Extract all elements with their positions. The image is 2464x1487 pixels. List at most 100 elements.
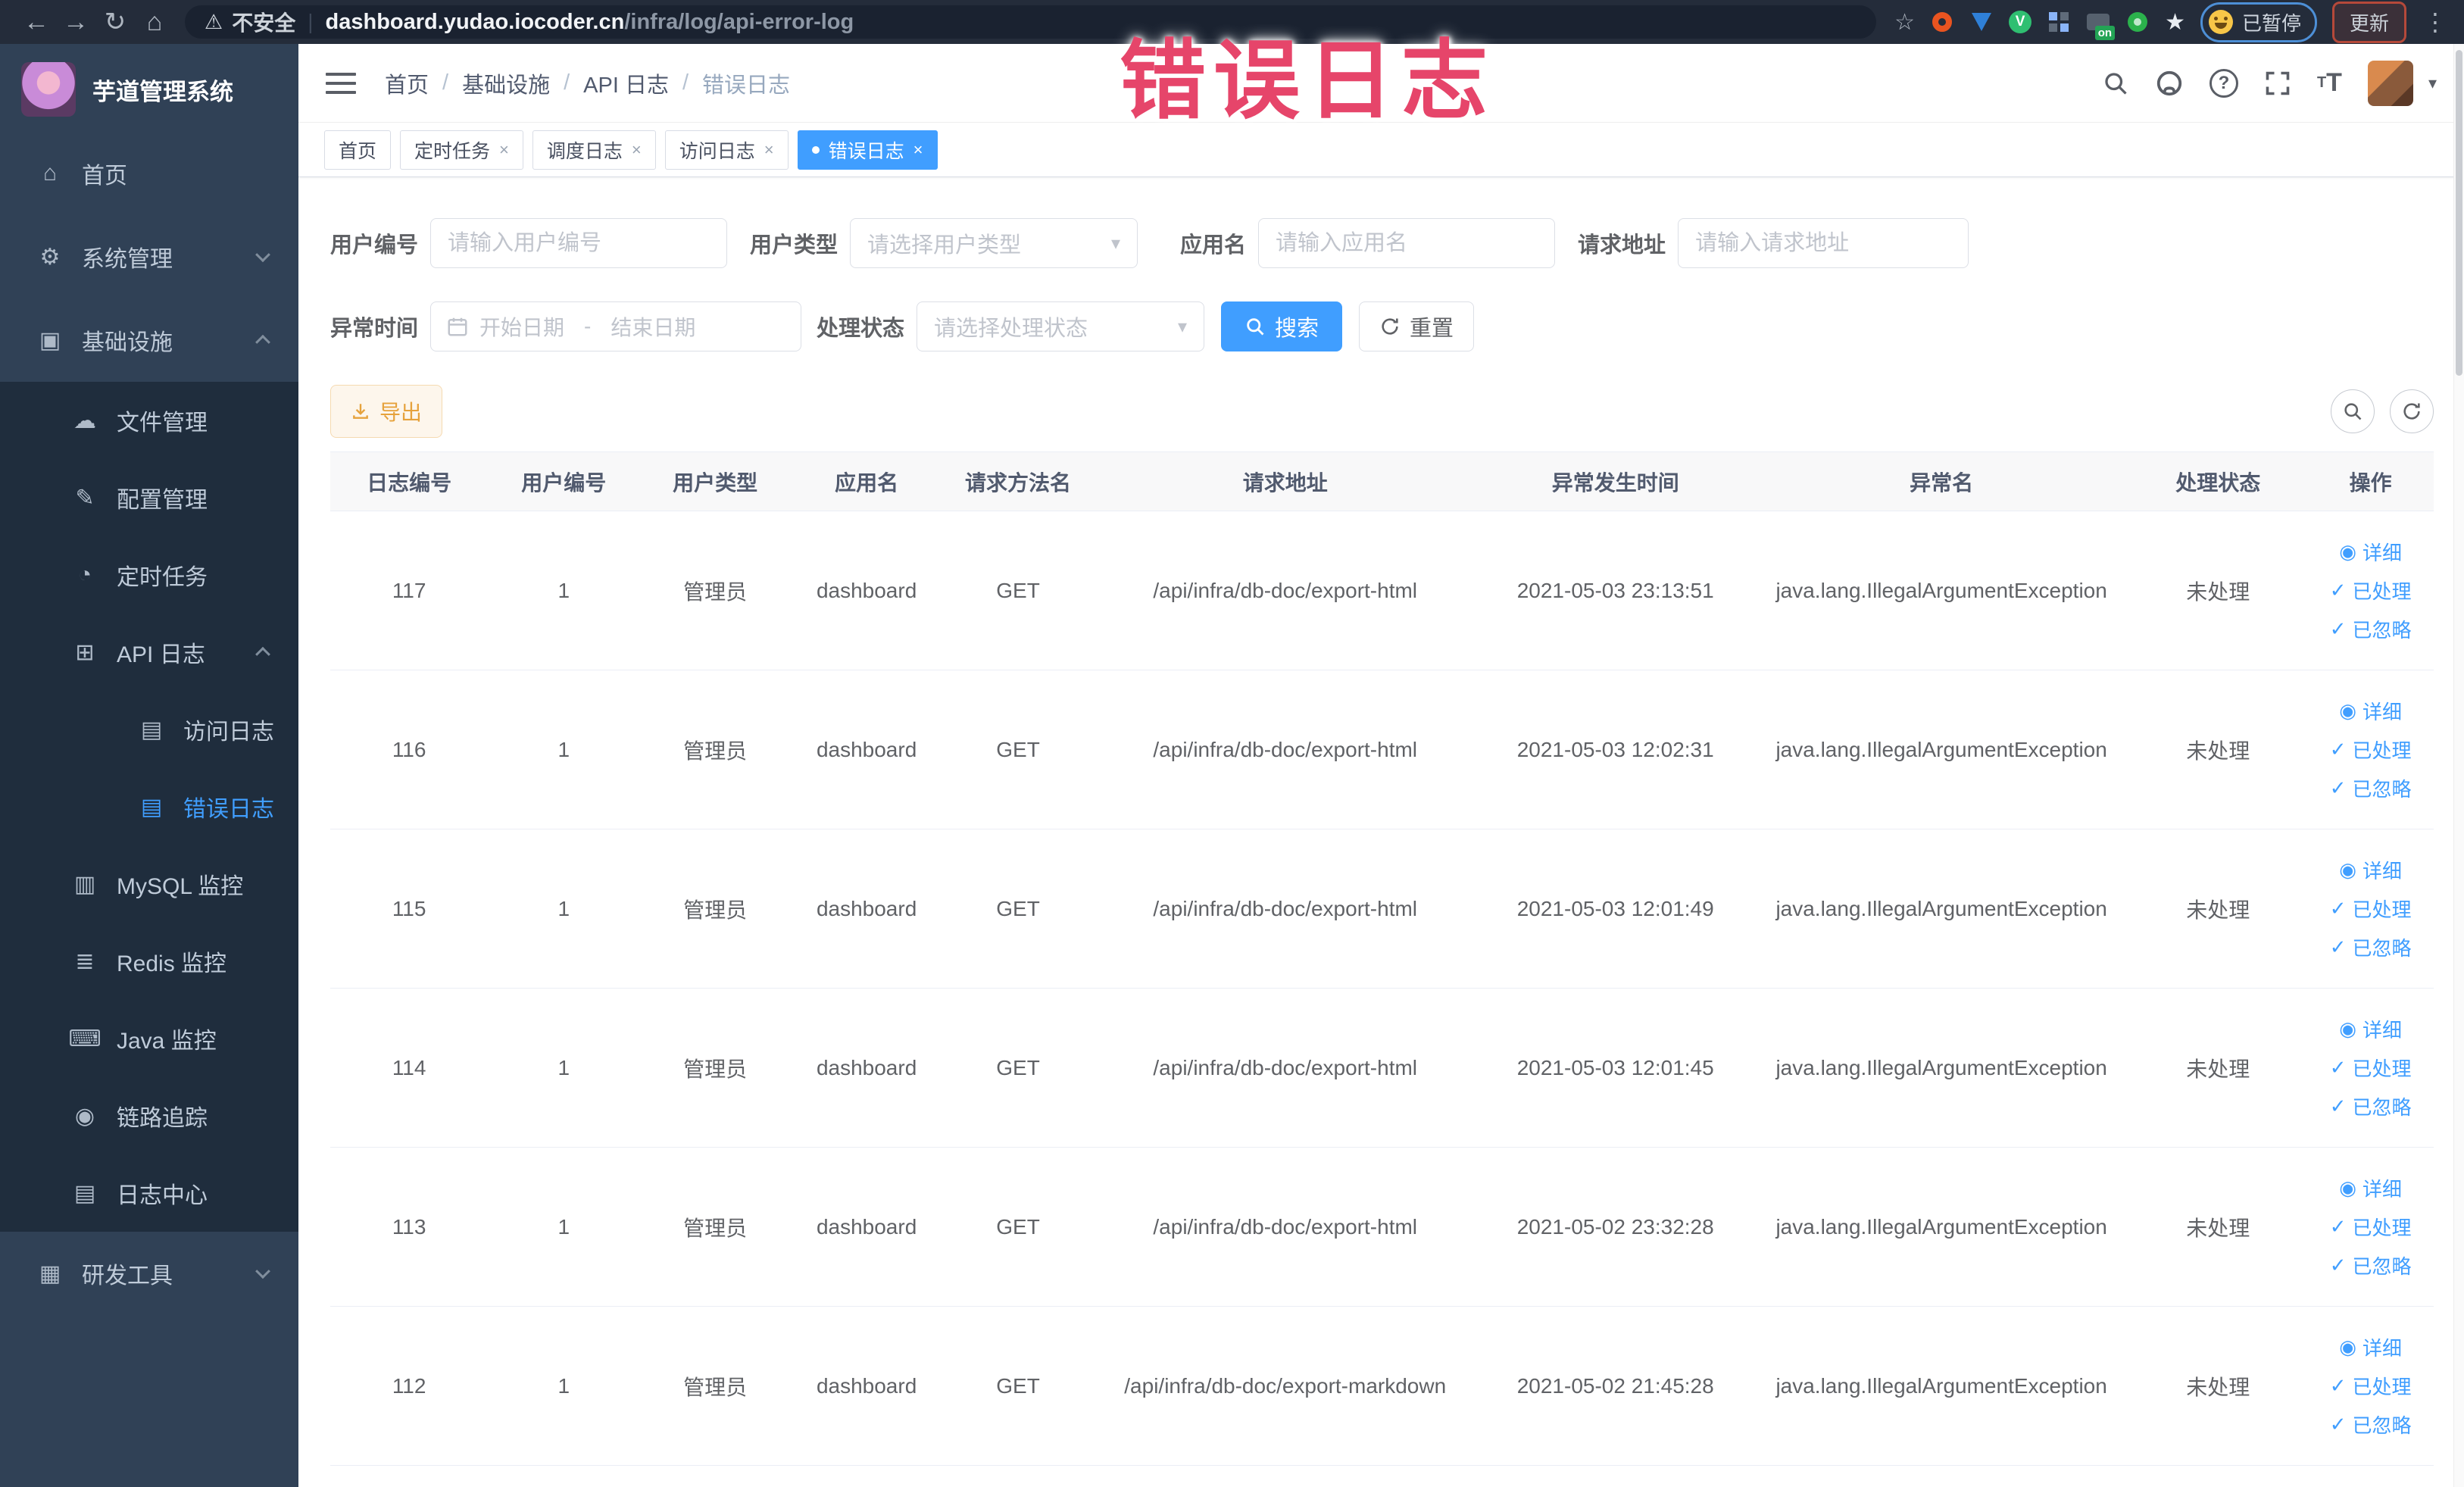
mark-processed-link[interactable]: ✓ 已处理 [2330,1213,2412,1241]
tab-error-log[interactable]: 错误日志 × [797,130,938,170]
extension-leaf-icon[interactable] [2125,10,2150,34]
mark-ignored-link[interactable]: ✓ 已忽略 [2330,1092,2412,1120]
sidebar-item-api-log[interactable]: ⊞ API 日志 [0,614,298,691]
sidebar-item-redis-monitor[interactable]: ≣ Redis 监控 [0,923,298,1000]
address-bar[interactable]: ⚠ 不安全 | dashboard.yudao.iocoder.cn/infra… [185,5,1877,39]
extension-orange-icon[interactable] [1930,10,1954,34]
layers-icon: ≣ [75,948,95,974]
mark-processed-link[interactable]: ✓ 已处理 [2330,1054,2412,1082]
menu-dots-icon[interactable]: ⋮ [2423,8,2447,36]
mark-ignored-link[interactable]: ✓ 已忽略 [2330,774,2412,802]
detail-link[interactable]: ◉ 详细 [2339,856,2402,884]
sidebar-item-file-management[interactable]: ☁ 文件管理 [0,382,298,459]
extensions-star-icon[interactable]: ★ [2165,9,2185,36]
mark-ignored-link[interactable]: ✓ 已忽略 [2330,933,2412,961]
avatar[interactable] [2367,60,2413,106]
mark-processed-link[interactable]: ✓ 已处理 [2330,576,2412,604]
eye-icon: ◉ [2339,699,2356,722]
start-date-placeholder[interactable]: 开始日期 [479,311,564,342]
home-icon[interactable]: ⌂ [135,8,174,37]
end-date-placeholder[interactable]: 结束日期 [611,311,695,342]
mark-processed-link[interactable]: ✓ 已处理 [2330,1372,2412,1400]
bookmark-star-icon[interactable]: ☆ [1894,9,1915,36]
url-host[interactable]: dashboard.yudao.iocoder.cn [326,10,625,35]
detail-link[interactable]: ◉ 详细 [2339,538,2402,566]
scrollbar-thumb[interactable] [2456,50,2462,376]
sidebar-item-infrastructure[interactable]: ▣ 基础设施 [0,298,298,382]
col-log-id: 日志编号 [367,470,452,495]
user-id-input[interactable] [430,218,728,268]
font-size-icon[interactable]: TT [2317,68,2342,98]
request-url-input[interactable] [1678,218,1969,268]
mark-ignored-link[interactable]: ✓ 已忽略 [2330,615,2412,643]
hamburger-icon[interactable] [326,67,356,100]
check-icon: ✓ [2329,1413,2347,1435]
process-status-select[interactable]: 请选择处理状态 ▾ [917,301,1205,351]
sidebar-item-dev-tools[interactable]: ▦ 研发工具 [0,1232,298,1315]
extension-switch-icon[interactable]: on [2086,10,2116,40]
table-row: 116 1 管理员 dashboard GET /api/infra/db-do… [330,670,2434,829]
exception-time-range-picker[interactable]: 开始日期 - 结束日期 [430,301,802,351]
scrollbar-track[interactable] [2453,44,2464,1487]
url-path[interactable]: /infra/log/api-error-log [624,10,854,35]
app-logo[interactable]: 芋道管理系统 [0,44,298,132]
tab-scheduled-tasks[interactable]: 定时任务 × [400,130,523,170]
tab-home[interactable]: 首页 [324,130,392,170]
export-button[interactable]: 导出 [330,385,443,438]
vue-devtools-icon[interactable]: V [2009,11,2032,33]
security-label[interactable]: 不安全 [232,7,295,37]
sidebar-item-access-log[interactable]: ▤ 访问日志 [0,691,298,768]
breadcrumb-infrastructure[interactable]: 基础设施 [462,67,550,99]
reset-button[interactable]: 重置 [1359,301,1475,351]
toggle-search-button[interactable] [2331,389,2375,433]
mark-ignored-link[interactable]: ✓ 已忽略 [2330,1410,2412,1439]
github-icon[interactable] [2155,69,2184,98]
close-icon[interactable]: × [499,140,509,160]
tab-access-log[interactable]: 访问日志 × [664,130,789,170]
user-type-select[interactable]: 请选择用户类型 ▾ [850,218,1138,268]
extension-grid-icon[interactable] [2047,10,2071,34]
detail-link[interactable]: ◉ 详细 [2339,697,2402,725]
sidebar-item-trace[interactable]: ◉ 链路追踪 [0,1077,298,1154]
update-button[interactable]: 更新 [2331,1,2406,43]
tab-schedule-log[interactable]: 调度日志 × [532,130,656,170]
close-icon[interactable]: × [632,140,642,160]
col-user-type: 用户类型 [673,470,758,495]
breadcrumb-home[interactable]: 首页 [385,67,429,99]
mark-processed-link[interactable]: ✓ 已处理 [2330,895,2412,923]
breadcrumb-api-log[interactable]: API 日志 [583,67,669,99]
refresh-table-button[interactable] [2390,389,2434,433]
sidebar-item-java-monitor[interactable]: ⌨ Java 监控 [0,1000,298,1077]
app-name-input[interactable] [1258,218,1556,268]
search-icon[interactable] [2102,70,2129,97]
col-exception-time: 异常发生时间 [1551,470,1679,495]
sidebar-item-scheduled-tasks[interactable]: ◔ 定时任务 [0,536,298,614]
avatar-caret-icon[interactable]: ▾ [2428,73,2437,93]
back-icon[interactable]: ← [17,8,56,37]
close-icon[interactable]: × [764,140,774,160]
mark-ignored-link[interactable]: ✓ 已忽略 [2330,1251,2412,1279]
breadcrumb: 首页 / 基础设施 / API 日志 / 错误日志 [385,67,790,99]
extension-shield-icon[interactable] [1969,10,1994,34]
detail-link[interactable]: ◉ 详细 [2339,1015,2402,1043]
sidebar-item-mysql-monitor[interactable]: ▥ MySQL 监控 [0,845,298,923]
row-actions: ◉ 详细 ✓ 已处理 ✓ 已忽略 [2307,1015,2434,1120]
sidebar-item-config-management[interactable]: ✎ 配置管理 [0,459,298,536]
active-dot [811,145,820,154]
search-button[interactable]: 搜索 [1221,301,1343,351]
mark-processed-link[interactable]: ✓ 已处理 [2330,736,2412,764]
paused-badge[interactable]: 已暂停 [2200,2,2317,42]
warning-icon: ⚠ [205,10,223,33]
detail-link[interactable]: ◉ 详细 [2339,1333,2402,1361]
close-icon[interactable]: × [913,140,923,160]
sidebar-item-system-management[interactable]: ⚙ 系统管理 [0,215,298,298]
sidebar-item-log-center[interactable]: ▤ 日志中心 [0,1154,298,1232]
help-icon[interactable]: ? [2209,68,2238,98]
fullscreen-icon[interactable] [2264,70,2291,97]
sidebar-item-error-log[interactable]: ▤ 错误日志 [0,768,298,845]
reload-icon[interactable]: ↻ [95,7,135,37]
forward-icon[interactable]: → [56,8,95,37]
sidebar-item-home[interactable]: ⌂ 首页 [0,132,298,215]
keyboard-icon: ⌨ [68,1026,101,1051]
detail-link[interactable]: ◉ 详细 [2339,1174,2402,1202]
